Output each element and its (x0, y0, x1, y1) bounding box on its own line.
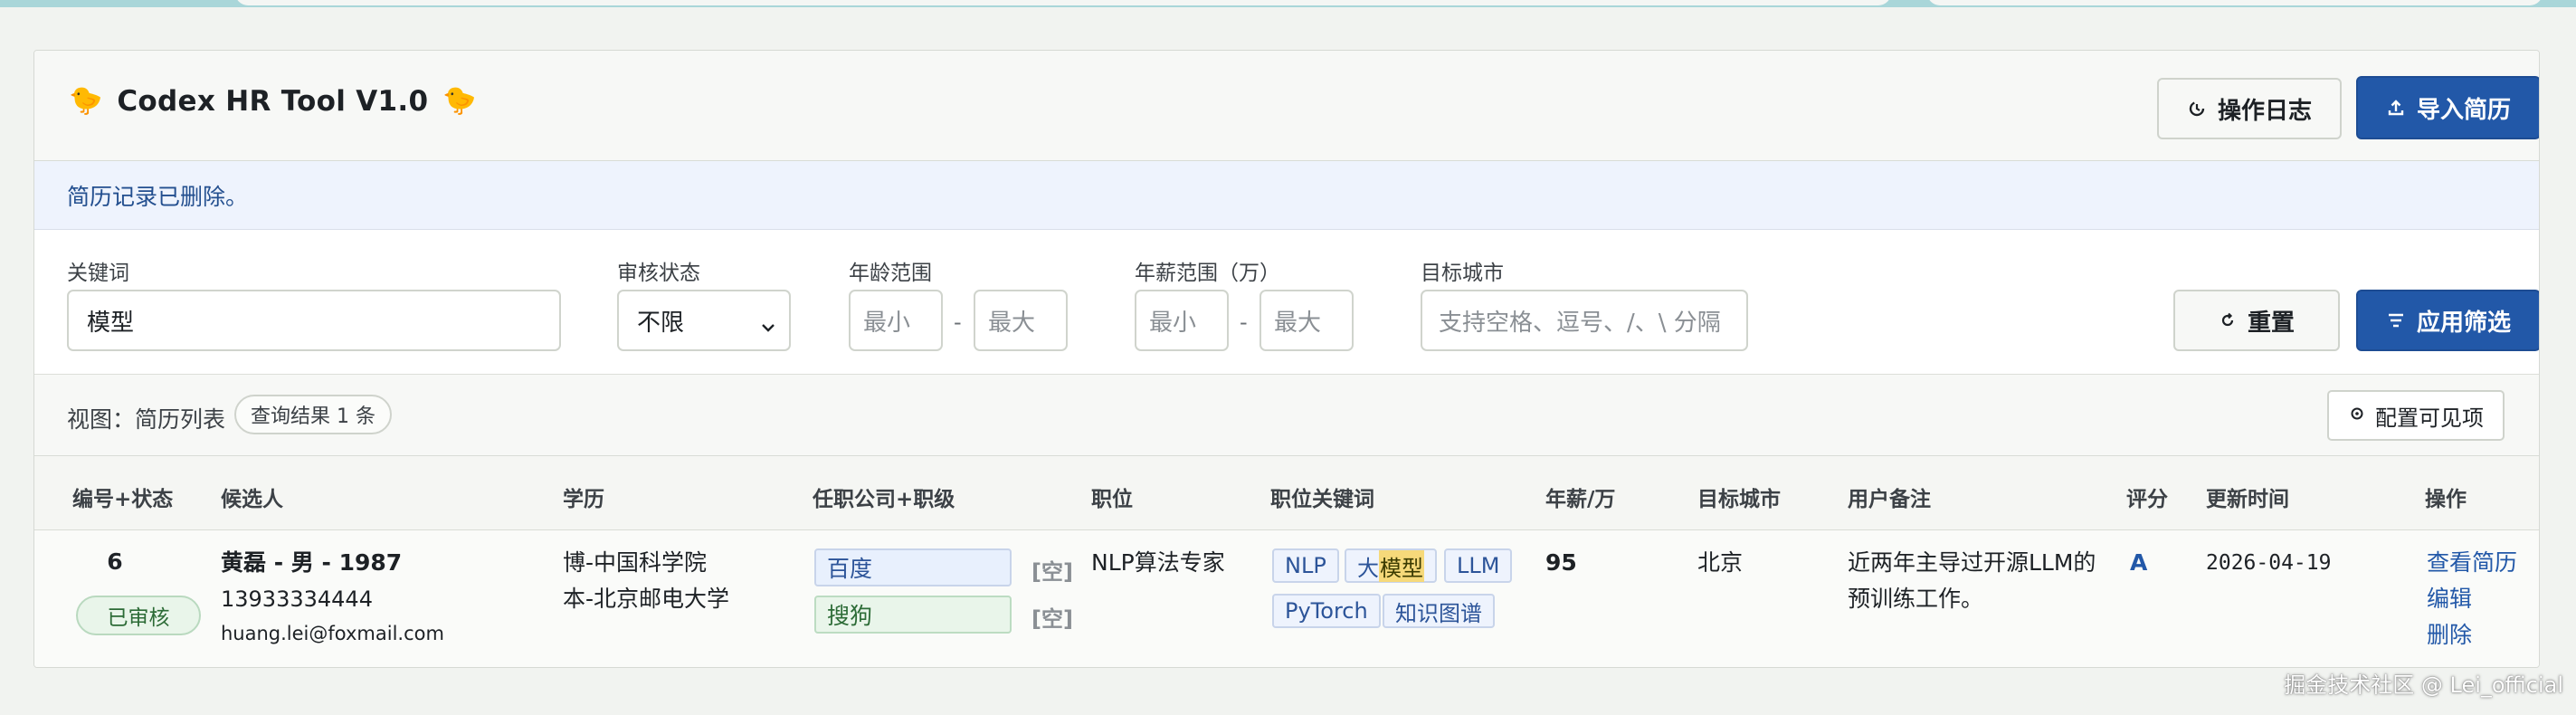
city-value: 北京 (1697, 549, 1744, 576)
row-id: 6 (107, 548, 123, 575)
age-range-separator: - (954, 310, 962, 335)
apply-filter-label: 应用筛选 (2416, 309, 2511, 337)
log-icon (2187, 99, 2207, 119)
salary-min-input[interactable]: 最小 (1135, 290, 1229, 351)
upload-icon (2386, 98, 2406, 118)
candidate-name: 黄磊 - 男 - 1987 (221, 549, 403, 576)
reset-button[interactable]: 重置 (2173, 290, 2340, 351)
status-select-value: 不限 (637, 309, 685, 337)
city-input[interactable]: 支持空格、逗号、/、\ 分隔 (1421, 290, 1748, 351)
table-row: 6 已审核 黄磊 - 男 - 1987 13933334444 huang.le… (34, 530, 2539, 667)
note-line: 预训练工作。 (1848, 586, 1984, 612)
operation-log-label: 操作日志 (2217, 97, 2312, 125)
browser-top-strip (0, 0, 2576, 7)
browser-search-bar[interactable] (1927, 0, 2543, 5)
th-note[interactable]: 用户备注 (1848, 481, 1931, 512)
salary-value: 95 (1545, 549, 1577, 576)
chevron-down-icon (760, 313, 776, 340)
apply-filter-button[interactable]: 应用筛选 (2356, 290, 2539, 351)
keyword-tag: LLM (1444, 548, 1513, 583)
education-line: 博-中国科学院 (563, 549, 708, 576)
updated-date: 2026-04-19 (2206, 551, 2332, 575)
th-updated[interactable]: 更新时间 (2206, 481, 2289, 512)
filter-icon (2386, 311, 2406, 329)
company-level: [空] (1031, 606, 1073, 632)
main-card: 🐤 Codex HR Tool V1.0 🐤 操作日志 导入简历 简历记录已删除… (33, 50, 2540, 668)
filter-bar: 关键词 模型 审核状态 不限 年龄范围 最小 - 最大 年薪范围（万） 最小 -… (34, 230, 2539, 375)
status-select[interactable]: 不限 (617, 290, 791, 351)
app-header: 🐤 Codex HR Tool V1.0 🐤 操作日志 导入简历 (34, 51, 2539, 161)
keyword-tag: 知识图谱 (1383, 594, 1495, 628)
th-keywords[interactable]: 职位关键词 (1270, 481, 1374, 512)
keyword-match-highlight: 模型 (1379, 549, 1424, 582)
th-rating[interactable]: 评分 (2126, 481, 2168, 512)
company-tag: 搜狗 (814, 596, 1012, 634)
salary-label: 年薪范围（万） (1135, 262, 1280, 285)
company-tag: 百度 (814, 548, 1012, 586)
city-label: 目标城市 (1421, 262, 1504, 285)
view-label: 视图：简历列表 (67, 406, 226, 433)
th-education[interactable]: 学历 (563, 481, 604, 512)
chick-icon: 🐤 (69, 85, 103, 117)
position-text: NLP算法专家 (1091, 549, 1225, 576)
operation-log-button[interactable]: 操作日志 (2157, 78, 2342, 139)
status-label: 审核状态 (617, 262, 700, 285)
th-position[interactable]: 职位 (1091, 481, 1133, 512)
th-id-status[interactable]: 编号+状态 (72, 481, 173, 512)
salary-max-input[interactable]: 最大 (1259, 290, 1354, 351)
keyword-tag: NLP (1272, 548, 1339, 583)
th-actions: 操作 (2425, 488, 2467, 511)
keyword-tag-highlighted: 大模型 (1345, 548, 1437, 583)
th-candidate[interactable]: 候选人 (221, 481, 283, 512)
import-resume-button[interactable]: 导入简历 (2356, 76, 2539, 139)
education-line: 本-北京邮电大学 (563, 586, 730, 612)
keyword-tag: PyTorch (1272, 594, 1381, 628)
reset-label: 重置 (2247, 309, 2295, 337)
salary-range-separator: - (1240, 310, 1248, 335)
configure-columns-button[interactable]: 配置可见项 (2327, 390, 2505, 441)
title-wrap: 🐤 Codex HR Tool V1.0 🐤 (69, 83, 477, 119)
age-max-input[interactable]: 最大 (974, 290, 1068, 351)
candidate-phone: 13933334444 (221, 586, 373, 612)
company-level: [空] (1031, 559, 1073, 585)
chick-icon: 🐤 (442, 85, 477, 117)
note-line: 近两年主导过开源LLM的 (1848, 549, 2096, 576)
address-bar[interactable] (235, 0, 1891, 5)
th-city[interactable]: 目标城市 (1697, 481, 1781, 512)
age-label: 年龄范围 (849, 262, 932, 285)
gear-icon (2348, 403, 2366, 428)
alert-message: 简历记录已删除。 (34, 161, 2539, 230)
watermark: 掘金技术社区 @ Lei_official (2284, 672, 2563, 698)
candidate-email: huang.lei@foxmail.com (221, 623, 444, 644)
keyword-input[interactable]: 模型 (67, 290, 561, 351)
keyword-label: 关键词 (67, 262, 129, 285)
page-title: Codex HR Tool V1.0 (117, 85, 429, 118)
th-salary[interactable]: 年薪/万 (1545, 481, 1615, 512)
view-resume-link[interactable]: 查看简历 (2427, 545, 2517, 581)
reset-icon (2219, 311, 2237, 329)
table-header: 编号+状态 候选人 学历 任职公司+职级 职位 职位关键词 年薪/万 目标城市 … (34, 456, 2539, 530)
import-resume-label: 导入简历 (2416, 96, 2511, 124)
view-bar: 视图：简历列表 查询结果 1 条 配置可见项 (34, 375, 2539, 456)
th-company-level[interactable]: 任职公司+职级 (813, 481, 955, 512)
delete-link[interactable]: 删除 (2427, 617, 2472, 653)
status-badge: 已审核 (76, 596, 201, 635)
configure-columns-label: 配置可见项 (2375, 405, 2484, 431)
edit-link[interactable]: 编辑 (2427, 581, 2472, 617)
age-min-input[interactable]: 最小 (849, 290, 943, 351)
rating-value: A (2130, 549, 2148, 576)
result-count-badge: 查询结果 1 条 (234, 395, 392, 434)
